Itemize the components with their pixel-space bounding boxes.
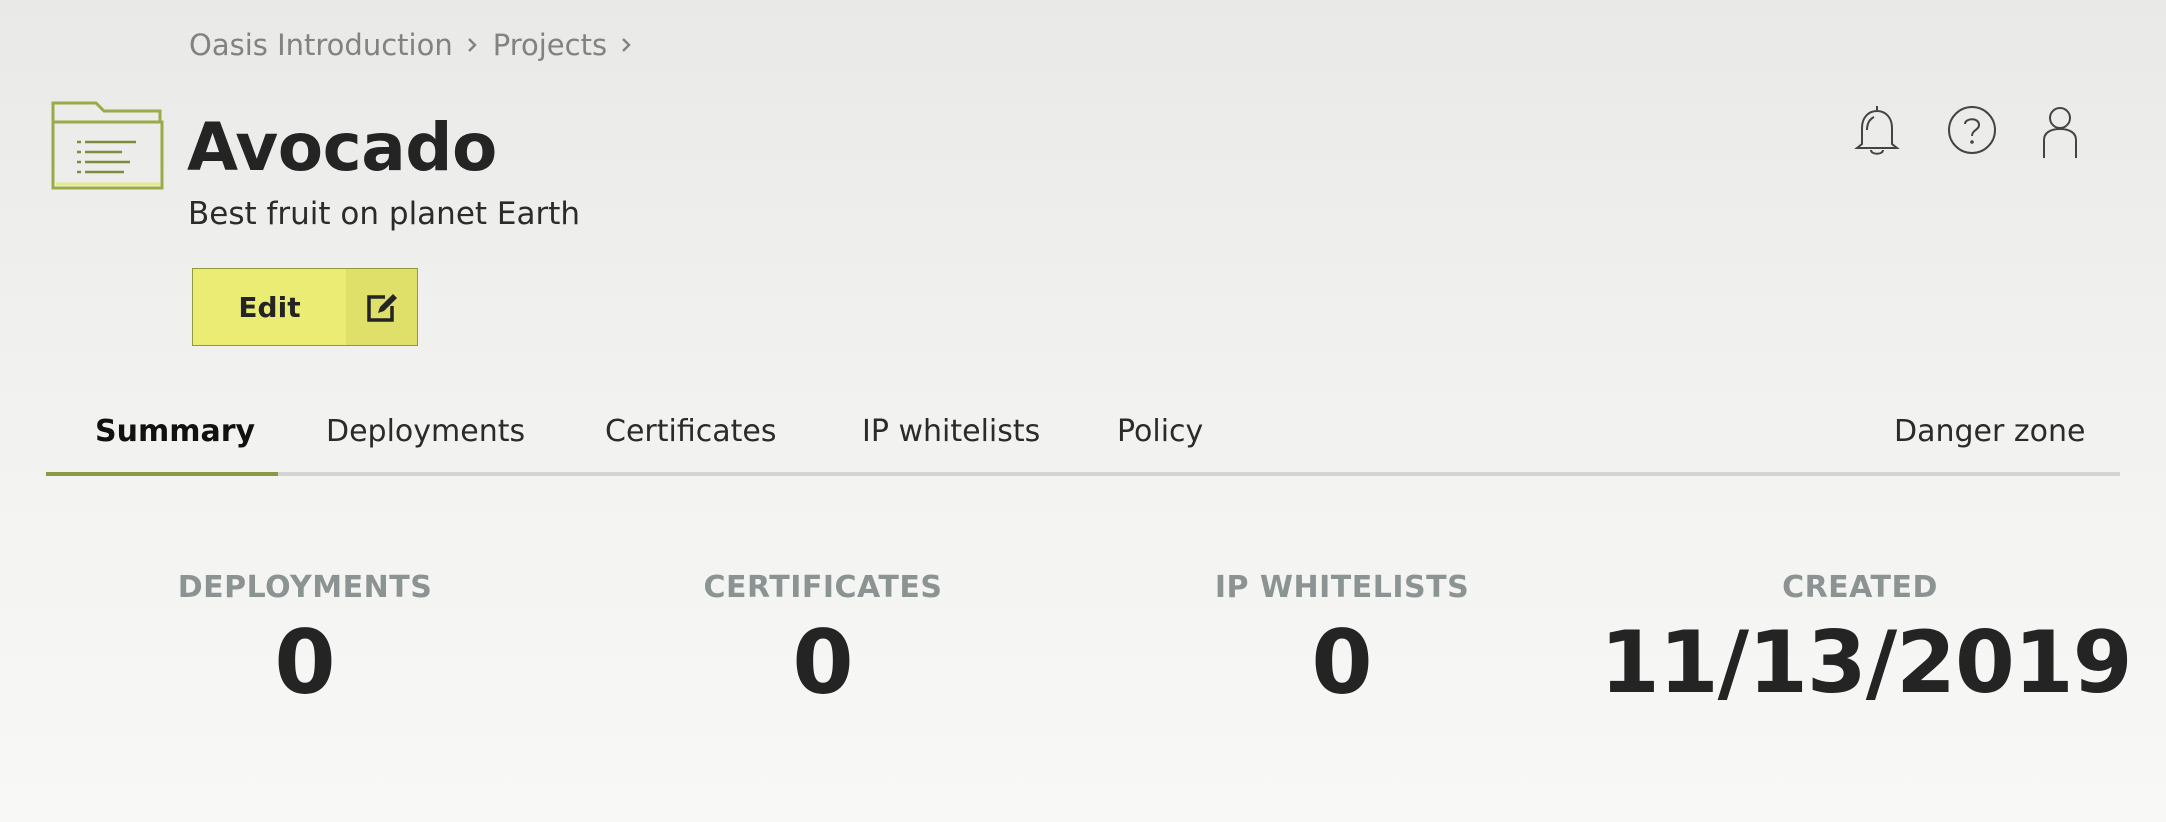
edit-button[interactable]: Edit — [192, 268, 418, 346]
edit-icon — [346, 269, 417, 345]
tab-bar: Summary Deployments Certificates IP whit… — [46, 398, 2120, 476]
page-subtitle: Best fruit on planet Earth — [188, 196, 581, 232]
stat-created: CREATED 11/13/2019 — [1600, 570, 2133, 715]
stat-label: CERTIFICATES — [703, 570, 943, 605]
stat-deployments: DEPLOYMENTS 0 — [45, 570, 565, 715]
tab-danger-zone[interactable]: Danger zone — [1894, 414, 2085, 449]
chevron-right-icon — [621, 37, 631, 53]
tab-certificates[interactable]: Certificates — [605, 414, 776, 449]
breadcrumb: Oasis Introduction Projects — [189, 28, 647, 62]
stat-label: IP WHITELISTS — [1214, 570, 1470, 605]
stat-ip-whitelists: IP WHITELISTS 0 — [1082, 570, 1602, 715]
chevron-right-icon — [467, 37, 477, 53]
help-icon[interactable] — [1946, 104, 1998, 156]
breadcrumb-item-oasis-introduction[interactable]: Oasis Introduction — [189, 28, 453, 62]
user-icon[interactable] — [2040, 104, 2080, 158]
tab-ip-whitelists[interactable]: IP whitelists — [862, 414, 1040, 449]
folder-icon — [50, 100, 166, 192]
stat-value: 0 — [792, 611, 854, 714]
tab-summary[interactable]: Summary — [95, 414, 255, 449]
stat-certificates: CERTIFICATES 0 — [563, 570, 1083, 715]
stat-label: DEPLOYMENTS — [177, 570, 433, 605]
tab-policy[interactable]: Policy — [1117, 414, 1203, 449]
page-title: Avocado — [187, 109, 497, 186]
active-tab-indicator — [46, 472, 278, 476]
stat-value: 0 — [1311, 611, 1373, 714]
bell-icon[interactable] — [1852, 104, 1902, 158]
tab-deployments[interactable]: Deployments — [326, 414, 525, 449]
stat-value: 0 — [274, 611, 336, 714]
breadcrumb-item-projects[interactable]: Projects — [493, 28, 607, 62]
edit-button-label: Edit — [238, 290, 301, 324]
stat-value: 11/13/2019 — [1600, 613, 2133, 713]
stat-label: CREATED — [1782, 570, 1938, 605]
